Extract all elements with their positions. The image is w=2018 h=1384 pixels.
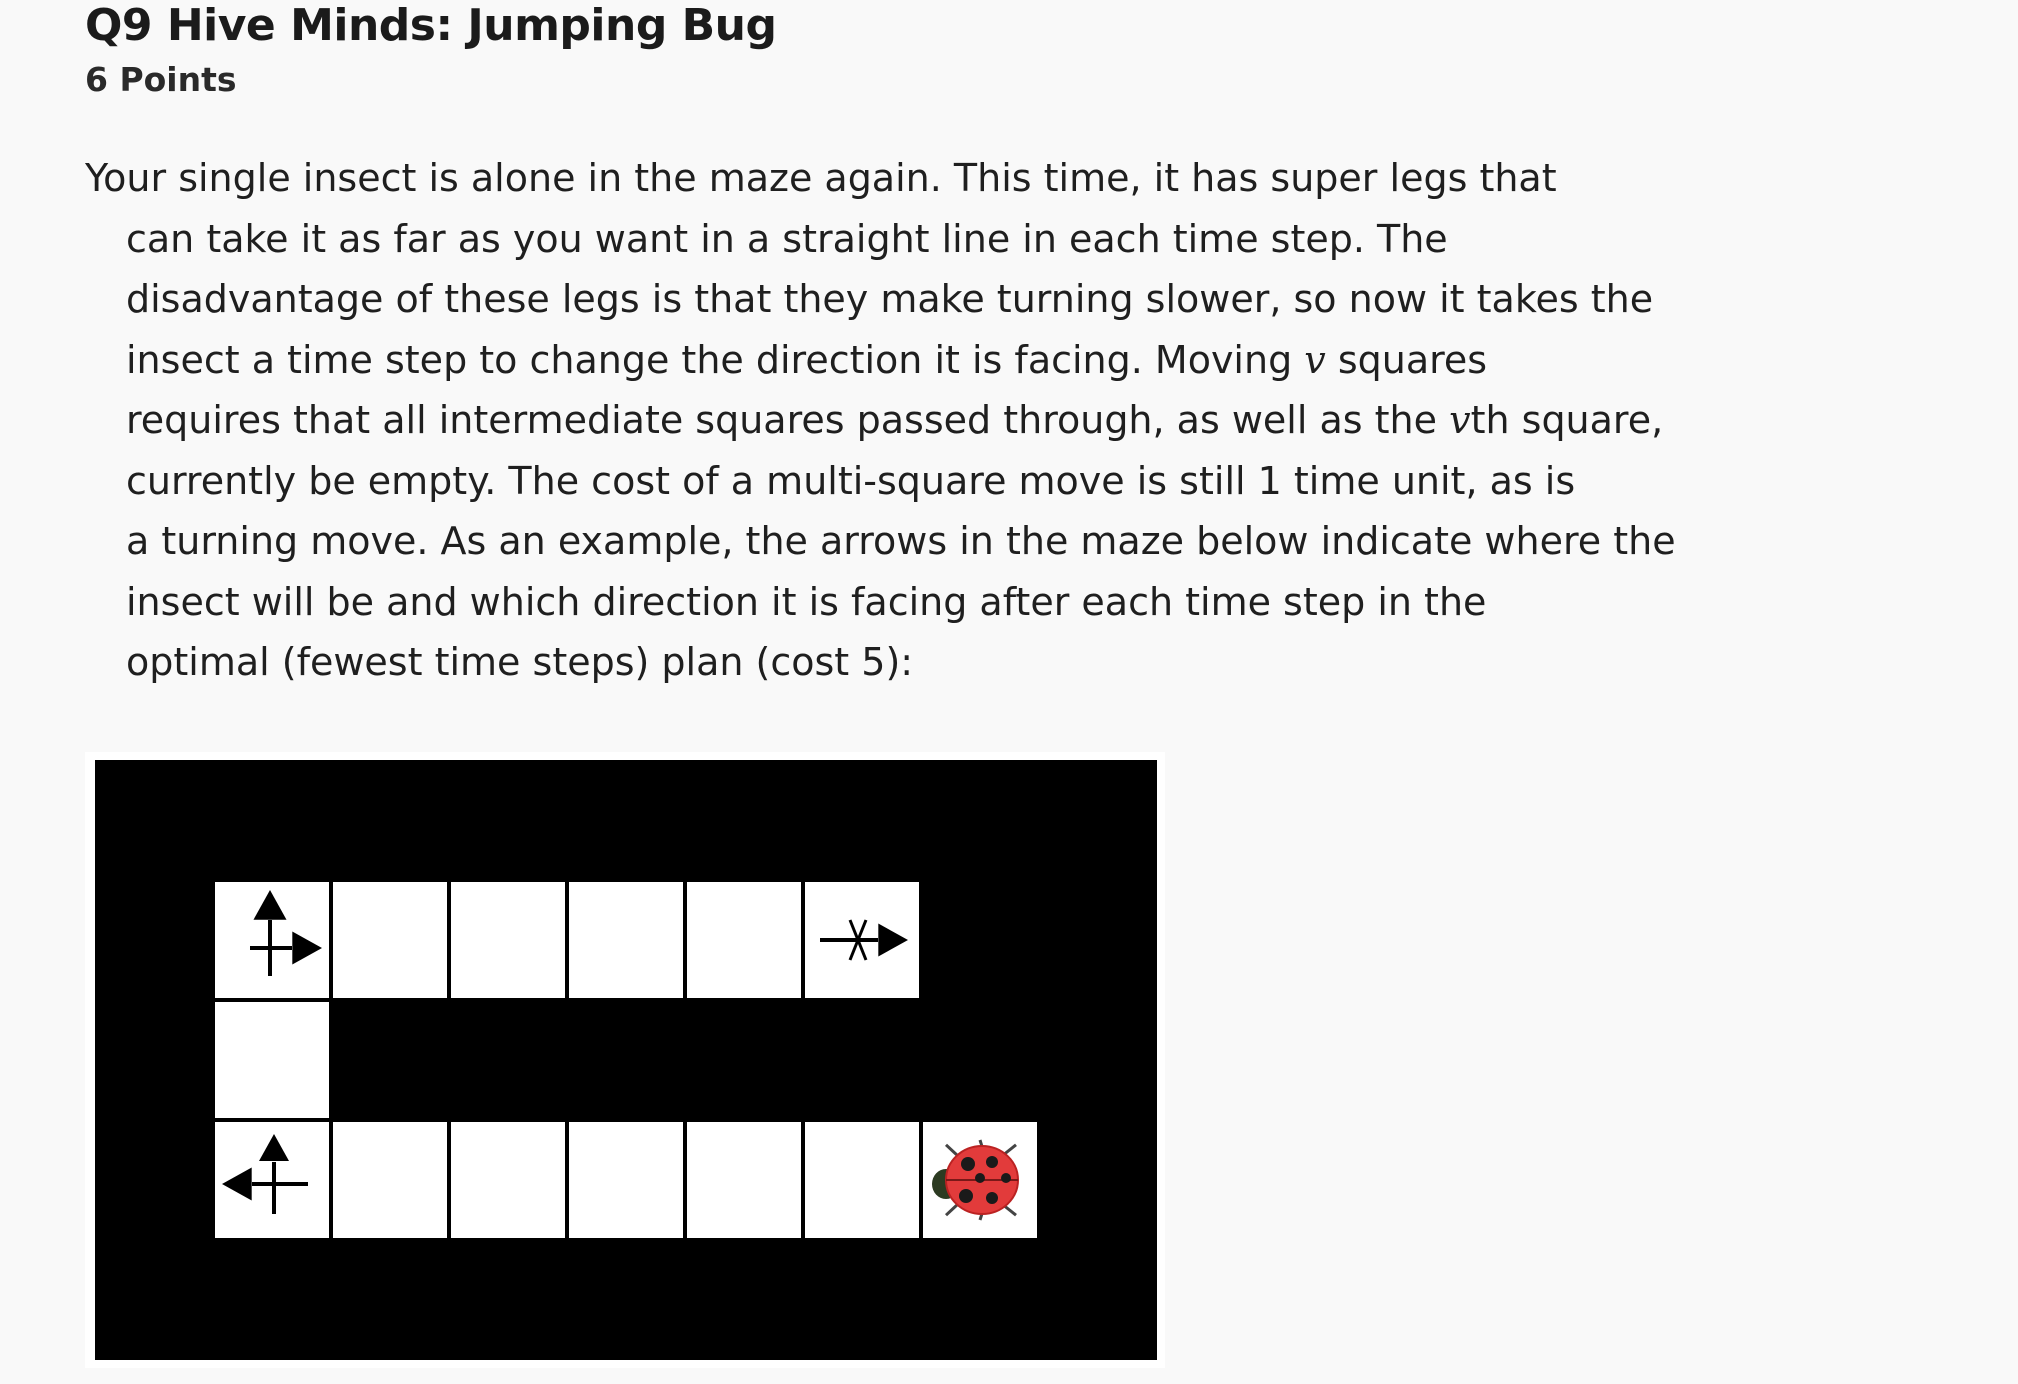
math-variable-v: v <box>1304 337 1326 382</box>
prompt-line: can take it as far as you want in a stra… <box>126 216 1448 261</box>
prompt-line: Your single insect is alone in the maze … <box>85 156 1557 200</box>
prompt-text: requires that all intermediate squares p… <box>126 398 1450 442</box>
prompt-line: currently be empty. The cost of a multi-… <box>126 458 1576 503</box>
maze-open-cell <box>569 882 683 998</box>
maze-open-cell <box>215 1002 329 1118</box>
prompt-line: requires that all intermediate squares p… <box>85 390 1725 451</box>
maze-open-cell <box>451 882 565 998</box>
maze-open-cell <box>687 882 801 998</box>
maze-grid <box>95 760 1157 1360</box>
question-points: 6 Points <box>85 60 237 99</box>
question-prompt: Your single insect is alone in the maze … <box>85 148 1725 693</box>
maze-open-cell <box>687 1122 801 1238</box>
math-variable-v: v <box>1449 398 1471 442</box>
maze-figure <box>85 752 1165 1368</box>
prompt-line: insect will be and which direction it is… <box>126 579 1487 624</box>
prompt-line: optimal (fewest time steps) plan (cost 5… <box>126 640 914 684</box>
prompt-line: a turning move. As an example, the arrow… <box>126 519 1676 563</box>
prompt-line: disadvantage of these legs is that they … <box>126 277 1654 321</box>
prompt-line: insect a time step to change the directi… <box>85 330 1725 391</box>
prompt-text: th square, <box>1470 398 1664 442</box>
maze-open-cell <box>451 1122 565 1238</box>
prompt-text: squares <box>1325 337 1488 382</box>
question-title: Q9 Hive Minds: Jumping Bug <box>85 0 777 51</box>
maze-open-cell <box>805 1122 919 1238</box>
maze-open-cell <box>569 1122 683 1238</box>
maze-open-cell <box>333 882 447 998</box>
prompt-text: insect a time step to change the directi… <box>126 337 1305 382</box>
maze-open-cell <box>333 1122 447 1238</box>
